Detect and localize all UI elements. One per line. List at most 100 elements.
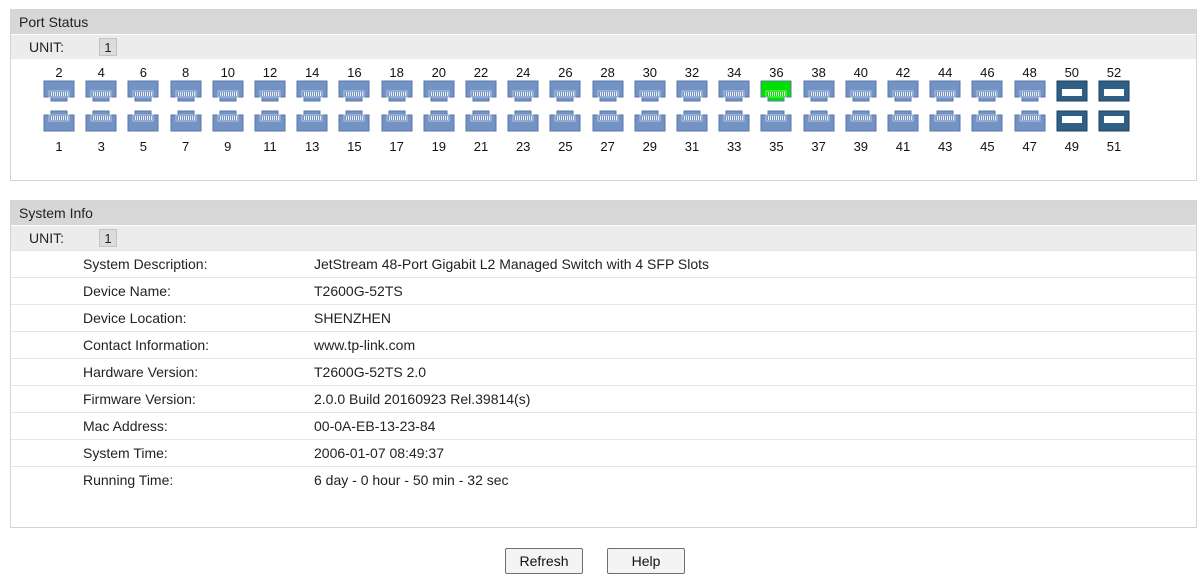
port-number-label: 37 (811, 139, 826, 154)
port-39[interactable] (845, 110, 877, 132)
port-4[interactable] (85, 80, 117, 102)
port-22[interactable] (465, 80, 497, 102)
port-number-label: 49 (1064, 139, 1080, 154)
info-value: JetStream 48-Port Gigabit L2 Managed Swi… (314, 256, 710, 272)
port-number-label: 42 (895, 65, 911, 80)
sfp-port-52[interactable] (1098, 80, 1130, 102)
port-40[interactable] (845, 80, 877, 102)
port-number-label: 50 (1064, 65, 1080, 80)
port-number-label: 48 (1022, 65, 1037, 80)
port-29[interactable] (634, 110, 666, 132)
port-15[interactable] (338, 110, 370, 132)
port-10[interactable] (212, 80, 244, 102)
info-row: Firmware Version: 2.0.0 Build 20160923 Re… (11, 385, 1196, 412)
port-number-label: 46 (980, 65, 995, 80)
port-46[interactable] (971, 80, 1003, 102)
port-36[interactable] (760, 80, 792, 102)
info-value: 00-0A-EB-13-23-84 (314, 418, 436, 434)
port-number-label: 1 (55, 139, 63, 154)
unit-selector[interactable]: 1 (99, 229, 117, 247)
port-number-label: 2 (55, 65, 63, 80)
port-38[interactable] (803, 80, 835, 102)
port-number-label: 35 (769, 139, 784, 154)
port-31[interactable] (676, 110, 708, 132)
info-row: Device Location: SHENZHEN (11, 304, 1196, 331)
port-20[interactable] (423, 80, 455, 102)
port-9[interactable] (212, 110, 244, 132)
port-33[interactable] (718, 110, 750, 132)
port-25[interactable] (549, 110, 581, 132)
refresh-button[interactable]: Refresh (505, 548, 583, 574)
port-18[interactable] (381, 80, 413, 102)
system-info-table: System Description: JetStream 48-Port Gig… (11, 250, 1196, 493)
info-value: 2006-01-07 08:49:37 (314, 445, 444, 461)
sfp-port-50[interactable] (1056, 80, 1088, 102)
info-row: System Description: JetStream 48-Port Gig… (11, 250, 1196, 277)
port-5[interactable] (127, 110, 159, 132)
port-30[interactable] (634, 80, 666, 102)
port-48[interactable] (1014, 80, 1046, 102)
port-number-label: 10 (220, 65, 236, 80)
info-row: Hardware Version: T2600G-52TS 2.0 (11, 358, 1196, 385)
port-11[interactable] (254, 110, 286, 132)
port-number-label: 39 (853, 139, 869, 154)
port-number-label: 40 (853, 65, 869, 80)
port-42[interactable] (887, 80, 919, 102)
unit-selector[interactable]: 1 (99, 38, 117, 56)
port-status-title: Port Status (11, 10, 1196, 34)
port-47[interactable] (1014, 110, 1046, 132)
info-row: Contact Information: www.tp-link.com (11, 331, 1196, 358)
port-26[interactable] (549, 80, 581, 102)
port-2[interactable] (43, 80, 75, 102)
port-35[interactable] (760, 110, 792, 132)
port-13[interactable] (296, 110, 328, 132)
port-number-label: 25 (558, 139, 573, 154)
sfp-port-51[interactable] (1098, 110, 1130, 132)
port-number-label: 13 (304, 139, 320, 154)
help-button[interactable]: Help (607, 548, 685, 574)
port-43[interactable] (929, 110, 961, 132)
port-44[interactable] (929, 80, 961, 102)
port-16[interactable] (338, 80, 370, 102)
port-45[interactable] (971, 110, 1003, 132)
info-label: Device Name: (83, 283, 171, 299)
info-value: T2600G-52TS 2.0 (314, 364, 427, 380)
port-number-label: 30 (642, 65, 658, 80)
port-34[interactable] (718, 80, 750, 102)
sfp-port-49[interactable] (1056, 110, 1088, 132)
port-number-label: 15 (347, 139, 362, 154)
port-number-label: 19 (431, 139, 447, 154)
port-number-label: 38 (811, 65, 826, 80)
port-number-label: 31 (684, 139, 700, 154)
port-24[interactable] (507, 80, 539, 102)
info-value: 6 day - 0 hour - 50 min - 32 sec (314, 472, 509, 488)
port-number-label: 6 (139, 65, 147, 80)
port-number-label: 32 (684, 65, 700, 80)
port-number-label: 51 (1106, 139, 1122, 154)
port-23[interactable] (507, 110, 539, 132)
unit-label: UNIT: (29, 230, 64, 246)
port-12[interactable] (254, 80, 286, 102)
port-27[interactable] (592, 110, 624, 132)
port-41[interactable] (887, 110, 919, 132)
port-6[interactable] (127, 80, 159, 102)
port-1[interactable] (43, 110, 75, 132)
port-8[interactable] (170, 80, 202, 102)
port-number-label: 8 (181, 65, 190, 80)
port-17[interactable] (381, 110, 413, 132)
port-3[interactable] (85, 110, 117, 132)
port-28[interactable] (592, 80, 624, 102)
port-19[interactable] (423, 110, 455, 132)
port-status-unit-row: UNIT: 1 (11, 34, 1196, 59)
port-number-label: 11 (263, 139, 277, 154)
port-37[interactable] (803, 110, 835, 132)
port-number-label: 28 (600, 65, 615, 80)
port-32[interactable] (676, 80, 708, 102)
port-panel-graphic: 2 4 6 8 10 12 14 16 18 20 22 24 26 28 30 32 34 36 38 40 42 44… (11, 59, 1196, 179)
info-label: Mac Address: (83, 418, 168, 434)
port-number-label: 9 (224, 139, 232, 154)
port-21[interactable] (465, 110, 497, 132)
port-number-label: 33 (726, 139, 742, 154)
port-14[interactable] (296, 80, 328, 102)
port-7[interactable] (170, 110, 202, 132)
